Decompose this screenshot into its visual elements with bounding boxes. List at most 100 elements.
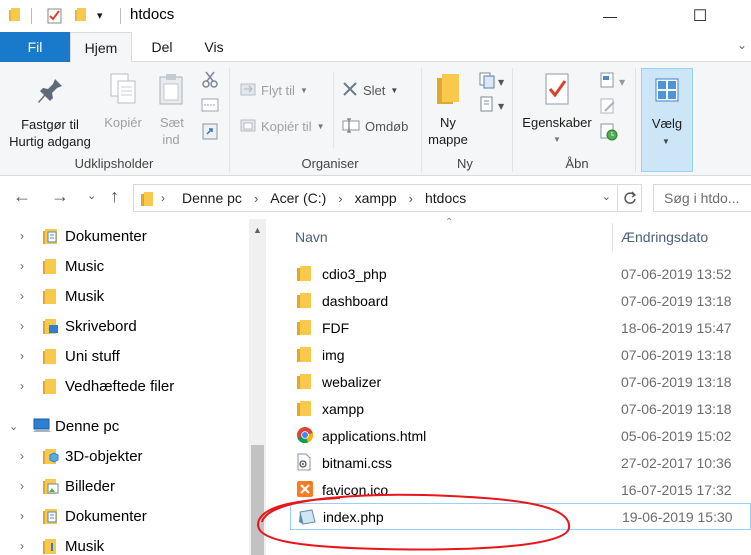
- tab-fil[interactable]: Fil: [0, 32, 70, 62]
- open-icon[interactable]: ▼: [599, 71, 627, 92]
- nav-item-billeder[interactable]: › Billeder: [0, 471, 248, 501]
- move-to-button[interactable]: Flyt til ▼: [240, 80, 308, 100]
- scroll-up-arrow-icon[interactable]: ▲: [253, 225, 262, 235]
- properties-checklist-icon[interactable]: [46, 7, 64, 28]
- file-row-folder[interactable]: img 07-06-2019 13:18: [290, 341, 751, 368]
- recent-locations-chevron-icon[interactable]: ⌄: [87, 189, 96, 202]
- chevron-right-icon[interactable]: ›: [20, 509, 24, 523]
- minimize-button[interactable]: —: [587, 0, 633, 32]
- new-folder-icon[interactable]: [74, 7, 90, 26]
- chevron-right-icon[interactable]: ›: [20, 289, 24, 303]
- pin-quick-access-button[interactable]: Fastgør til Hurtig adgang: [4, 76, 96, 150]
- cut-scissors-icon[interactable]: [201, 70, 219, 91]
- select-button[interactable]: Vælg ▼: [641, 68, 693, 172]
- breadcrumb-item[interactable]: xampp: [355, 190, 397, 206]
- file-row-css[interactable]: bitnami.css 27-02-2017 10:36: [290, 449, 751, 476]
- nav-item-skrivebord[interactable]: › Skrivebord: [0, 311, 248, 341]
- nav-item-label: Musik: [65, 287, 105, 305]
- file-row-folder[interactable]: xampp 07-06-2019 13:18: [290, 395, 751, 422]
- address-bar[interactable]: › Denne pc › Acer (C:) › xampp › htdocs …: [133, 184, 642, 212]
- up-arrow-icon[interactable]: ↑: [110, 186, 119, 207]
- rename-icon: [342, 117, 360, 136]
- move-to-icon: [240, 81, 256, 100]
- rename-button[interactable]: Omdøb: [342, 116, 408, 136]
- navpane-scrollbar[interactable]: ▲: [249, 219, 266, 555]
- group-label-clipboard: Udklipsholder: [74, 156, 154, 171]
- breadcrumb-item[interactable]: Denne pc: [182, 190, 242, 206]
- chevron-right-icon[interactable]: ›: [20, 229, 24, 243]
- nav-item-label: Uni stuff: [65, 347, 120, 365]
- folder-icon[interactable]: [8, 7, 24, 26]
- nav-item-musik-2[interactable]: › Musik: [0, 531, 248, 555]
- file-name: applications.html: [322, 427, 427, 444]
- copy-to-label: Kopiér til: [261, 118, 312, 134]
- file-row-html[interactable]: applications.html 05-06-2019 15:02: [290, 422, 751, 449]
- file-row-folder[interactable]: dashboard 07-06-2019 13:18: [290, 287, 751, 314]
- chevron-right-icon[interactable]: ›: [20, 349, 24, 363]
- forward-arrow-icon[interactable]: →: [51, 186, 69, 207]
- chevron-right-icon[interactable]: ›: [20, 479, 24, 493]
- copy-button[interactable]: Kopiér: [100, 72, 146, 131]
- new-item-icon[interactable]: ▼: [478, 71, 506, 92]
- nav-item-dokumenter-2[interactable]: › Dokumenter: [0, 501, 248, 531]
- chevron-right-icon[interactable]: ›: [20, 379, 24, 393]
- chevron-down-icon[interactable]: ⌄: [9, 420, 18, 433]
- tab-del[interactable]: Del: [140, 32, 184, 62]
- back-arrow-icon[interactable]: ←: [13, 186, 31, 207]
- maximize-button[interactable]: ☐: [677, 0, 723, 32]
- nav-item-musik[interactable]: › Musik: [0, 281, 248, 311]
- chevron-down-icon[interactable]: ⌄: [737, 38, 747, 52]
- address-history-chevron-icon[interactable]: ⌄: [602, 190, 611, 203]
- paste-button[interactable]: Sæt ind: [150, 72, 192, 148]
- tab-vis[interactable]: Vis: [192, 32, 236, 62]
- nav-item-dokumenter[interactable]: › Dokumenter: [0, 221, 248, 251]
- svg-text:▼: ▼: [498, 78, 505, 87]
- paste-shortcut-icon[interactable]: [201, 122, 219, 143]
- column-headers: ⌃ Navn Ændringsdato: [266, 217, 751, 257]
- nav-item-label: Skrivebord: [65, 317, 137, 335]
- file-row-ico[interactable]: favicon.ico 16-07-2015 17:32: [290, 476, 751, 503]
- copy-to-button[interactable]: Kopiér til ▼: [240, 116, 325, 136]
- address-toolbar: ← → ⌄ ↑ › Denne pc › Acer (C:) › xampp ›…: [0, 177, 751, 219]
- nav-item-denne-pc[interactable]: ⌄ Denne pc: [0, 411, 248, 441]
- file-row-php[interactable]: index.php 19-06-2019 15:30: [290, 503, 751, 530]
- copy-path-icon[interactable]: [201, 97, 219, 116]
- file-date: 18-06-2019 15:47: [621, 319, 732, 336]
- chevron-right-icon[interactable]: ›: [20, 259, 24, 273]
- chevron-right-icon[interactable]: ›: [20, 449, 24, 463]
- column-header-name[interactable]: Navn: [295, 229, 328, 245]
- tab-hjem[interactable]: Hjem: [70, 32, 132, 63]
- nav-item-vedhaeftede-filer[interactable]: › Vedhæftede filer: [0, 371, 248, 401]
- nav-item-uni-stuff[interactable]: › Uni stuff: [0, 341, 248, 371]
- divider: [421, 68, 422, 172]
- 3d-objects-icon: [42, 448, 59, 468]
- nav-item-music[interactable]: › Music: [0, 251, 248, 281]
- chevron-right-icon[interactable]: ›: [338, 191, 342, 206]
- breadcrumb-item[interactable]: Acer (C:): [270, 190, 326, 206]
- properties-button[interactable]: Egenskaber ▼: [518, 72, 596, 148]
- file-row-folder[interactable]: cdio3_php 07-06-2019 13:52: [290, 260, 751, 287]
- nav-item-3d-objekter[interactable]: › 3D-objekter: [0, 441, 248, 471]
- documents-icon: [42, 508, 59, 528]
- search-input[interactable]: Søg i htdo...: [653, 184, 751, 212]
- edit-icon[interactable]: [599, 97, 617, 118]
- folder-icon: [42, 258, 59, 278]
- chevron-right-icon[interactable]: ›: [254, 191, 258, 206]
- delete-button[interactable]: Slet ▼: [342, 80, 398, 100]
- easy-access-icon[interactable]: ▼: [478, 95, 506, 116]
- chevron-right-icon[interactable]: ›: [20, 539, 24, 553]
- chevron-right-icon[interactable]: ›: [20, 319, 24, 333]
- file-row-folder[interactable]: webalizer 07-06-2019 13:18: [290, 368, 751, 395]
- chevron-right-icon[interactable]: ›: [409, 191, 413, 206]
- breadcrumb-item[interactable]: htdocs: [425, 190, 466, 206]
- column-header-date[interactable]: Ændringsdato: [621, 229, 708, 245]
- new-folder-button[interactable]: Ny mappe: [424, 72, 472, 148]
- history-icon[interactable]: [599, 122, 619, 145]
- column-divider[interactable]: [612, 223, 613, 253]
- file-row-folder[interactable]: FDF 18-06-2019 15:47: [290, 314, 751, 341]
- refresh-button[interactable]: [617, 185, 641, 211]
- select-grid-icon: [655, 78, 679, 105]
- folder-icon: [296, 399, 313, 420]
- customize-toolbar-icon[interactable]: ▾: [97, 9, 103, 22]
- scrollbar-thumb[interactable]: [251, 445, 264, 555]
